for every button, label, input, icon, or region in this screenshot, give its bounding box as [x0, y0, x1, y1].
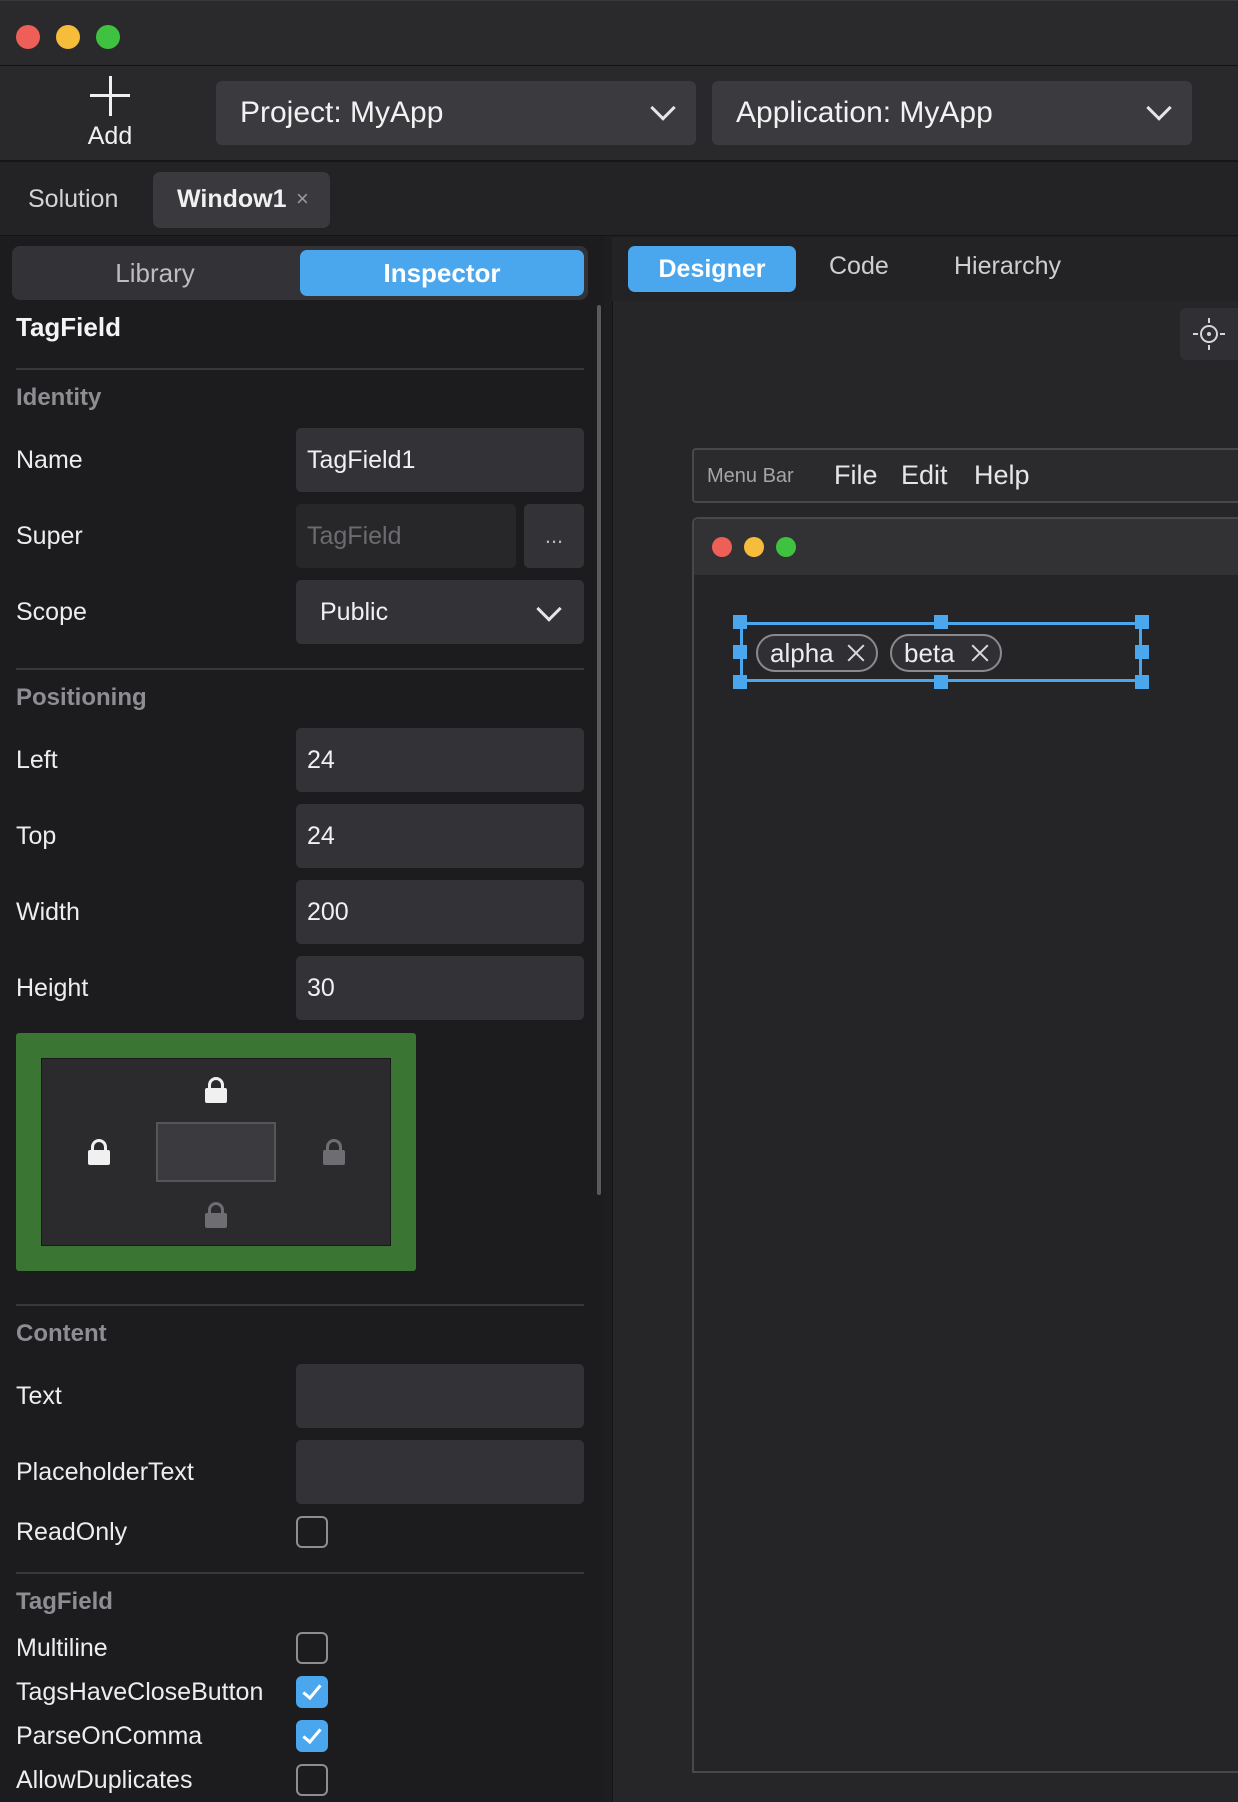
divider — [16, 1572, 584, 1574]
name-label: Name — [16, 446, 83, 474]
design-window-title-bar — [694, 519, 1238, 575]
text-field[interactable] — [296, 1364, 584, 1428]
application-dropdown[interactable]: Application: MyApp — [712, 81, 1192, 145]
tagfield-control[interactable]: alpha beta — [733, 615, 1149, 689]
locking-diagram-control — [156, 1122, 276, 1182]
tab-solution[interactable]: Solution — [28, 185, 118, 214]
add-button-label: Add — [87, 122, 133, 150]
resize-handle[interactable] — [1135, 615, 1149, 629]
segment-inspector[interactable]: Inspector — [300, 250, 584, 296]
tag-chip[interactable]: alpha — [756, 634, 878, 672]
resize-handle[interactable] — [1135, 645, 1149, 659]
tag-chip-label: alpha — [770, 638, 834, 668]
resize-handle[interactable] — [934, 615, 948, 629]
preview-close-light — [712, 537, 732, 557]
divider — [16, 1304, 584, 1306]
chevron-down-icon — [1146, 95, 1172, 121]
tab-hierarchy[interactable]: Hierarchy — [954, 252, 1061, 281]
scope-select[interactable]: Public — [296, 580, 584, 644]
tab-window1[interactable]: Window1 × — [153, 172, 330, 228]
tags-have-close-button-label: TagsHaveCloseButton — [16, 1678, 264, 1706]
readonly-checkbox[interactable] — [296, 1516, 328, 1548]
resize-handle[interactable] — [733, 615, 747, 629]
text-label: Text — [16, 1382, 62, 1410]
application-dropdown-label: Application: MyApp — [736, 96, 993, 129]
multiline-label: Multiline — [16, 1634, 108, 1662]
left-field[interactable]: 24 — [296, 728, 584, 792]
section-identity: Identity — [16, 384, 102, 411]
left-label: Left — [16, 746, 58, 774]
checkmark-icon — [302, 1723, 322, 1745]
multiline-checkbox[interactable] — [296, 1632, 328, 1664]
resize-handle[interactable] — [733, 645, 747, 659]
section-positioning: Positioning — [16, 684, 147, 711]
inspector-scrollbar[interactable] — [597, 305, 601, 1195]
width-field[interactable]: 200 — [296, 880, 584, 944]
tag-chip-label: beta — [904, 638, 955, 668]
lock-top-icon[interactable] — [205, 1077, 227, 1103]
designer-settings-button[interactable] — [1180, 308, 1238, 360]
close-icon[interactable] — [969, 642, 991, 664]
library-inspector-segmented-control: Library Inspector — [12, 246, 588, 300]
top-field[interactable]: 24 — [296, 804, 584, 868]
super-label: Super — [16, 522, 83, 550]
add-button[interactable]: Add — [60, 72, 160, 152]
menu-bar-label: Menu Bar — [707, 465, 794, 487]
top-label: Top — [16, 822, 57, 850]
parse-on-comma-checkbox[interactable] — [296, 1720, 328, 1752]
zoom-window-button[interactable] — [96, 25, 120, 49]
tab-window1-label: Window1 — [177, 185, 287, 213]
project-dropdown-label: Project: MyApp — [240, 96, 444, 129]
height-field[interactable]: 30 — [296, 956, 584, 1020]
tab-designer[interactable]: Designer — [628, 246, 796, 292]
divider — [16, 668, 584, 670]
placeholder-text-label: PlaceholderText — [16, 1458, 194, 1486]
resize-handle[interactable] — [1135, 675, 1149, 689]
menu-edit[interactable]: Edit — [901, 460, 948, 491]
chevron-down-icon — [536, 596, 562, 622]
lock-bottom-icon[interactable] — [205, 1202, 227, 1228]
section-content: Content — [16, 1320, 107, 1347]
window-title-bar — [0, 0, 1238, 66]
designer-menu-bar[interactable]: Menu Bar File Edit Help — [692, 448, 1238, 503]
scope-label: Scope — [16, 598, 87, 626]
close-window-button[interactable] — [16, 25, 40, 49]
design-window-preview[interactable] — [692, 517, 1238, 1773]
menu-help[interactable]: Help — [974, 460, 1030, 491]
readonly-label: ReadOnly — [16, 1518, 128, 1546]
chevron-down-icon — [650, 95, 676, 121]
super-field: TagField — [296, 504, 516, 568]
allow-duplicates-label: AllowDuplicates — [16, 1766, 193, 1794]
tags-have-close-button-checkbox[interactable] — [296, 1676, 328, 1708]
resize-handle[interactable] — [733, 675, 747, 689]
preview-minimize-light — [744, 537, 764, 557]
allow-duplicates-checkbox[interactable] — [296, 1764, 328, 1796]
lock-left-icon[interactable] — [88, 1139, 110, 1165]
segment-library[interactable]: Library — [12, 246, 298, 300]
placeholder-text-field[interactable] — [296, 1440, 584, 1504]
divider — [16, 368, 584, 370]
parse-on-comma-label: ParseOnComma — [16, 1722, 203, 1750]
height-label: Height — [16, 974, 89, 1002]
lock-right-icon[interactable] — [323, 1139, 345, 1165]
menu-file[interactable]: File — [834, 460, 878, 491]
super-browse-button[interactable]: ... — [524, 504, 584, 568]
section-tagfield: TagField — [16, 1588, 113, 1615]
checkmark-icon — [302, 1679, 322, 1701]
close-icon[interactable] — [845, 642, 867, 664]
width-label: Width — [16, 898, 80, 926]
resize-handle[interactable] — [934, 675, 948, 689]
minimize-window-button[interactable] — [56, 25, 80, 49]
scope-select-value: Public — [320, 598, 389, 626]
tag-chip[interactable]: beta — [890, 634, 1002, 672]
control-title: TagField — [16, 312, 121, 342]
project-dropdown[interactable]: Project: MyApp — [216, 81, 696, 145]
name-field[interactable]: TagField1 — [296, 428, 584, 492]
tab-code[interactable]: Code — [829, 252, 889, 281]
preview-zoom-light — [776, 537, 796, 557]
close-icon[interactable]: × — [296, 186, 309, 212]
